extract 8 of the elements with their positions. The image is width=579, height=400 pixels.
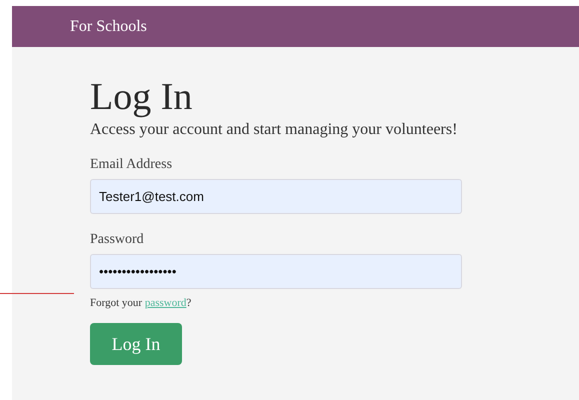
- input-field[interactable]: •••••••••••••••••: [90, 254, 462, 289]
- input-field[interactable]: Tester1@test.com: [90, 179, 462, 214]
- site-title: For Schools: [70, 18, 147, 36]
- field-label: Email Address: [90, 157, 174, 173]
- field-label: Password: [90, 232, 145, 248]
- forgot-password-text: Forgot your password?: [90, 297, 192, 309]
- subtitle: Access your account and start managing your volunteers!: [90, 121, 458, 139]
- page-heading: Log In: [90, 75, 194, 119]
